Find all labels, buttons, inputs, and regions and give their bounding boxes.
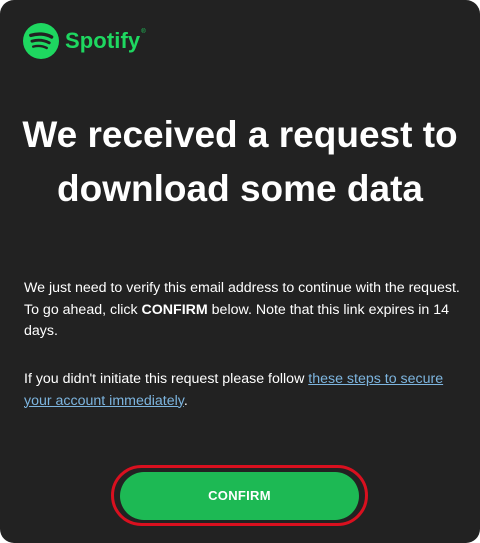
spotify-logo-icon xyxy=(23,23,59,59)
security-paragraph: If you didn't initiate this request plea… xyxy=(24,369,464,412)
email-card: Spotify ® We received a request to downlo… xyxy=(0,0,480,543)
verify-paragraph: We just need to verify this email addres… xyxy=(24,278,464,343)
security-text-end: . xyxy=(183,392,188,409)
email-headline: We received a request to download some d… xyxy=(22,114,458,209)
spotify-logo[interactable]: Spotify ® xyxy=(23,23,146,59)
logo-wordmark: Spotify xyxy=(65,28,141,53)
security-text-start: If you didn't initiate this request plea… xyxy=(24,371,309,387)
confirm-button[interactable]: CONFIRM xyxy=(120,472,359,520)
confirm-keyword: CONFIRM xyxy=(141,301,208,318)
logo-trademark: ® xyxy=(141,29,146,35)
